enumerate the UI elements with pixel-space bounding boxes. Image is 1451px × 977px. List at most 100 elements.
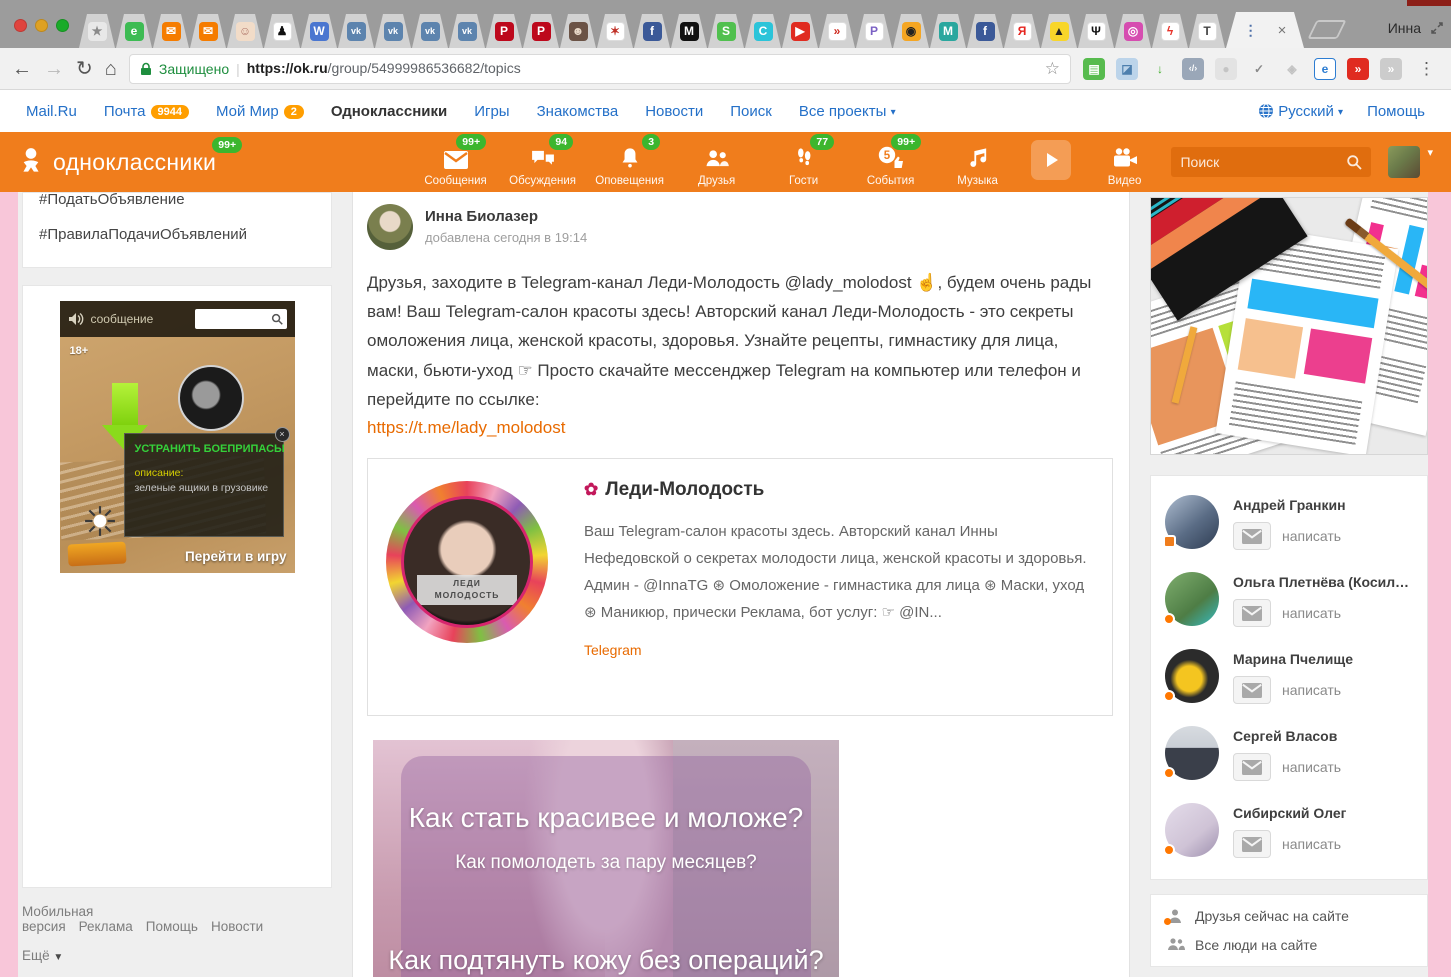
nav-music[interactable]: Музыка xyxy=(934,137,1021,187)
footer-news-link[interactable]: Новости xyxy=(211,919,263,934)
nav-messages[interactable]: Сообщения 99+ xyxy=(412,137,499,187)
banner-ad-collage[interactable] xyxy=(1150,197,1428,455)
nav-item-mailru[interactable]: Mail.Ru xyxy=(26,103,77,120)
skype-green[interactable]: S xyxy=(708,14,744,48)
new-tab-button[interactable] xyxy=(1307,20,1346,39)
write-label[interactable]: написать xyxy=(1282,759,1341,775)
write-message-button[interactable] xyxy=(1233,830,1271,858)
diamond-ext-icon[interactable]: ◈ xyxy=(1281,58,1303,80)
address-bar[interactable]: Защищено | https://ok.ru/group/549999865… xyxy=(129,54,1071,84)
evernote[interactable]: e xyxy=(116,14,152,48)
code-ext-icon[interactable]: ‹/› xyxy=(1182,58,1204,80)
mail-orange[interactable]: ✉ xyxy=(153,14,189,48)
url-text[interactable]: https://ok.ru/group/54999986536682/topic… xyxy=(247,60,521,78)
footer-more-link[interactable]: Ещё ▼ xyxy=(22,948,342,963)
mail-orange-2[interactable]: ✉ xyxy=(190,14,226,48)
vk-3[interactable]: vk xyxy=(412,14,448,48)
photo-dark[interactable]: ☻ xyxy=(560,14,596,48)
orange-circle[interactable]: ◉ xyxy=(893,14,929,48)
browser-menu-icon[interactable]: ⋮ xyxy=(1414,59,1439,79)
contact-avatar[interactable] xyxy=(1165,495,1219,549)
footer-help-link[interactable]: Помощь xyxy=(146,919,198,934)
pinterest-2[interactable]: P xyxy=(523,14,559,48)
write-message-button[interactable] xyxy=(1233,753,1271,781)
nav-notifications[interactable]: Оповещения 3 xyxy=(586,137,673,187)
ad-cta-link[interactable]: Перейти в игру xyxy=(185,549,286,564)
vk-1[interactable]: vk xyxy=(338,14,374,48)
screenshot-ext-icon[interactable]: ◪ xyxy=(1116,58,1138,80)
bookmark-star-icon[interactable]: ☆ xyxy=(1045,59,1060,79)
grey-forward-ext-icon[interactable]: » xyxy=(1380,58,1402,80)
minimize-window-button[interactable] xyxy=(35,19,48,32)
print-ext-icon[interactable]: ▤ xyxy=(1083,58,1105,80)
telegram-source-link[interactable]: Telegram xyxy=(584,642,642,658)
ok-search-box[interactable] xyxy=(1171,147,1371,177)
channel-avatar[interactable]: ЛЕДИМОЛОДОСТЬ xyxy=(386,481,548,643)
photos-yellow[interactable]: ▲ xyxy=(1041,14,1077,48)
channel-title[interactable]: ✿Леди-Молодость xyxy=(584,479,1089,501)
nav-guests[interactable]: Гости 77 xyxy=(760,137,847,187)
post-author-name[interactable]: Инна Биолазер xyxy=(425,204,587,225)
nav-events[interactable]: 5 События 99+ xyxy=(847,137,934,187)
flash[interactable]: ϟ xyxy=(1152,14,1188,48)
write-message-button[interactable] xyxy=(1233,676,1271,704)
contact-avatar[interactable] xyxy=(1165,572,1219,626)
vk-2[interactable]: vk xyxy=(375,14,411,48)
yandex[interactable]: Я xyxy=(1004,14,1040,48)
savefrom-ext-icon[interactable]: ↓ xyxy=(1149,58,1171,80)
link-preview-card[interactable]: ЛЕДИМОЛОДОСТЬ ✿Леди-Молодость Ваш Telegr… xyxy=(367,458,1113,716)
nav-item-games[interactable]: Игры xyxy=(474,103,509,120)
vk-4[interactable]: vk xyxy=(449,14,485,48)
footer-ads-link[interactable]: Реклама xyxy=(79,919,133,934)
check-ext-icon[interactable]: ✓ xyxy=(1248,58,1270,80)
contact-name[interactable]: Сергей Власов xyxy=(1233,728,1341,744)
write-message-button[interactable] xyxy=(1233,599,1271,627)
close-icon[interactable]: × xyxy=(275,427,290,442)
chevron-down-icon[interactable]: ▾ xyxy=(1427,146,1433,159)
contact-name[interactable]: Ольга Плетнёва (Косило... xyxy=(1233,574,1413,590)
m-teal-home[interactable]: M xyxy=(930,14,966,48)
contact-name[interactable]: Андрей Гранкин xyxy=(1233,497,1346,513)
round-grey-ext-icon[interactable]: ● xyxy=(1215,58,1237,80)
forward-icon[interactable]: → xyxy=(44,59,64,79)
browser-profile-name[interactable]: Инна xyxy=(1388,20,1421,36)
active-tab[interactable]: ⋮ × xyxy=(1226,12,1304,48)
nav-item-all-projects[interactable]: Все проекты ▾ xyxy=(799,103,896,120)
write-label[interactable]: написать xyxy=(1282,605,1341,621)
c-teal[interactable]: C xyxy=(745,14,781,48)
nav-video[interactable]: Видео xyxy=(1081,137,1168,187)
facebook-2[interactable]: f xyxy=(967,14,1003,48)
nav-item-news[interactable]: Новости xyxy=(645,103,703,120)
mini-player-button[interactable] xyxy=(1031,140,1071,180)
search-input[interactable] xyxy=(1180,154,1346,170)
user-avatar[interactable] xyxy=(1388,146,1420,178)
nav-item-dating[interactable]: Знакомства xyxy=(537,103,619,120)
medium[interactable]: M xyxy=(671,14,707,48)
pinterest-1[interactable]: P xyxy=(486,14,522,48)
nav-item-mail[interactable]: Почта9944 xyxy=(104,103,189,120)
facebook-1[interactable]: f xyxy=(634,14,670,48)
e-blue-ext-icon[interactable]: e xyxy=(1314,58,1336,80)
youtube[interactable]: ▶ xyxy=(782,14,818,48)
p-violet[interactable]: P xyxy=(856,14,892,48)
profile-photo[interactable]: ☺ xyxy=(227,14,263,48)
nav-discussions[interactable]: Обсуждения 94 xyxy=(499,137,586,187)
write-label[interactable]: написать xyxy=(1282,682,1341,698)
red-forward-ext-icon[interactable]: » xyxy=(1347,58,1369,80)
chevrons-red[interactable]: » xyxy=(819,14,855,48)
write-message-button[interactable] xyxy=(1233,522,1271,550)
fullscreen-icon[interactable] xyxy=(1431,22,1443,34)
friends-online-link[interactable]: Друзья сейчас на сайте xyxy=(1167,908,1411,924)
instagram[interactable]: ◎ xyxy=(1115,14,1151,48)
crest[interactable]: ✶ xyxy=(597,14,633,48)
tab-menu-icon[interactable]: ⋮ xyxy=(1244,22,1258,39)
zoom-window-button[interactable] xyxy=(56,19,69,32)
game-ad-banner[interactable]: сообщение 18+ × УСТРАНИТЬ БОЕПРИПАСЫ опи… xyxy=(60,301,295,573)
back-icon[interactable]: ← xyxy=(12,59,32,79)
hashtag-link[interactable]: #ПодатьОбъявление xyxy=(39,192,315,208)
reload-icon[interactable]: ↻ xyxy=(76,59,93,79)
w-blue[interactable]: W xyxy=(301,14,337,48)
contact-name[interactable]: Сибирский Олег xyxy=(1233,805,1346,821)
write-label[interactable]: написать xyxy=(1282,528,1341,544)
language-selector[interactable]: Русский ▾ xyxy=(1258,103,1343,120)
